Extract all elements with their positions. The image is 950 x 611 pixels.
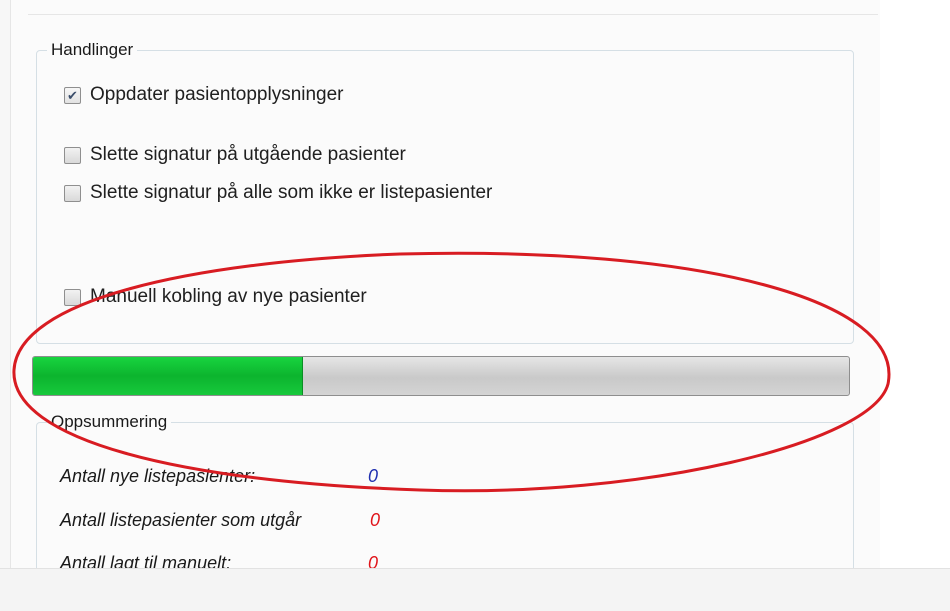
checkbox-label: Oppdater pasientopplysninger (90, 84, 344, 105)
right-background (880, 0, 950, 568)
summary-value-outgoing: 0 (370, 510, 381, 530)
progress-fill (33, 357, 304, 395)
bottom-strip (0, 568, 950, 611)
checkbox-box[interactable] (64, 86, 81, 104)
summary-legend: Oppsummering (51, 412, 168, 431)
summary-value-new: 0 (368, 466, 379, 486)
checkbox-label: Slette signatur på utgående pasienter (90, 144, 406, 165)
summary-label-outgoing: Antall listepasienter som utgår (60, 510, 302, 530)
actions-legend: Handlinger (51, 40, 134, 59)
divider (28, 14, 878, 15)
progress-bar (32, 356, 850, 396)
checkbox-box[interactable] (64, 146, 81, 164)
summary-label-new: Antall nye listepasienter: (60, 466, 256, 486)
checkbox-box[interactable] (64, 288, 81, 306)
checkbox-delete-signature-outgoing[interactable]: Slette signatur på utgående pasienter (64, 144, 406, 166)
checkbox-manual-linking[interactable]: Manuell kobling av nye pasienter (64, 286, 367, 308)
checkbox-label: Manuell kobling av nye pasienter (90, 286, 367, 307)
checkbox-label: Slette signatur på alle som ikke er list… (90, 182, 493, 203)
checkbox-update-patient-info[interactable]: Oppdater pasientopplysninger (64, 84, 344, 106)
checkbox-box[interactable] (64, 184, 81, 202)
checkbox-delete-signature-non-list[interactable]: Slette signatur på alle som ikke er list… (64, 182, 492, 204)
